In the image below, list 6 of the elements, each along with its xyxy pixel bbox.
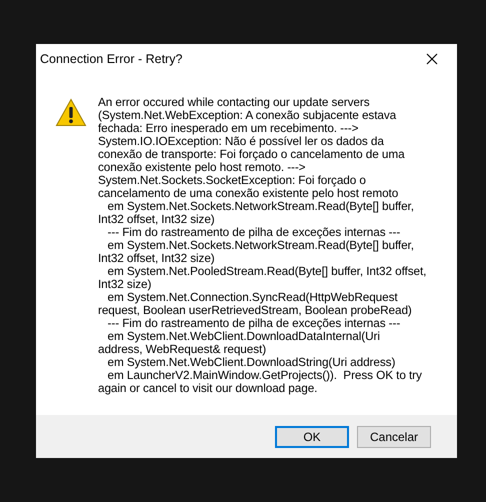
warning-icon bbox=[55, 98, 87, 127]
cancel-button[interactable]: Cancelar bbox=[357, 426, 431, 448]
window-title: Connection Error - Retry? bbox=[40, 52, 182, 66]
ok-button[interactable]: OK bbox=[275, 426, 349, 448]
close-icon[interactable] bbox=[426, 53, 438, 65]
error-message: An error occured while contacting our update servers (System.Net.WebException: A conexão subjacente estava fechada: Erro inesperado em um recebimento. ---> System.IO.IOException: Não é possível ler os dados da conexão de transporte: Foi forçado o cancelamento de uma conexão existente pelo host remoto. ---> System.Net.Sockets.SocketException: Foi forçado o cancelamento de uma conexão existente pelo host remoto em System.Net.Sockets.NetworkStream.Read(Byte[] buffer, Int32 offset, Int32 size) --- Fim do rastreamento de pilha de exceções internas --- em System.Net.Sockets.NetworkStream.Read(Byte[] buffer, Int32 offset, Int32 size) em System.Net.PooledStream.Read(Byte[] buffer, Int32 offset, Int32 size) em System.Net.Connection.SyncRead(HttpWebRequest request, Boolean userRetrievedStream, Boolean probeRead) --- Fim do rastreamento de pilha de exceções internas --- em System.Net.WebClient.DownloadDataInternal(Uri address, WebRequest& request) em System.Net.WebClient.DownloadString(Uri address) em LauncherV2.MainWindow.GetProjects()). Press OK to try again or cancel to visit our download page. bbox=[98, 96, 426, 397]
